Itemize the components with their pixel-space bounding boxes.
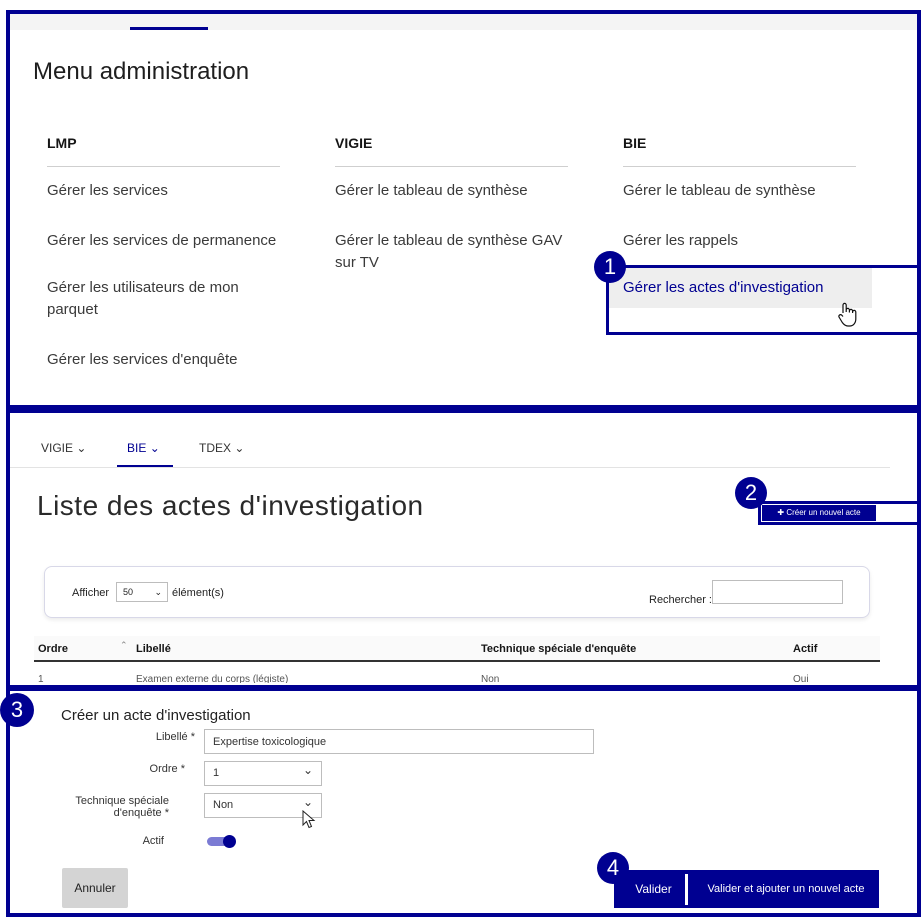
divider [47, 166, 280, 167]
ordre-select[interactable]: 1 ⌄ [204, 761, 322, 786]
active-nav-indicator [130, 27, 208, 30]
link-vigie-gav-tv-summary[interactable]: Gérer le tableau de synthèse GAV sur TV [335, 230, 575, 274]
button-separator [685, 874, 688, 905]
chevron-down-icon: ⌄ [234, 441, 245, 455]
hand-cursor-icon [838, 302, 857, 327]
column-header-libelle[interactable]: Libellé [136, 643, 171, 655]
link-manage-permanence-services[interactable]: Gérer les services de permanence [47, 230, 276, 252]
column-header-technique[interactable]: Technique spéciale d'enquête [481, 643, 636, 655]
step-badge-2: 2 [735, 477, 767, 509]
search-label: Rechercher : [649, 594, 712, 606]
libelle-label: Libellé * [155, 731, 195, 743]
ordre-label: Ordre * [149, 763, 185, 775]
show-label: Afficher [72, 587, 110, 599]
cell-ordre: 1 [38, 674, 44, 683]
cell-technique: Non [481, 674, 500, 683]
validate-button[interactable]: Valider [624, 872, 683, 906]
column-header-actif[interactable]: Actif [793, 643, 817, 655]
active-tab-indicator [117, 465, 173, 467]
actif-label: Actif [142, 835, 164, 847]
link-manage-investigation-services[interactable]: Gérer les services d'enquête [47, 349, 237, 371]
step-badge-1: 1 [594, 251, 626, 283]
link-manage-parquet-users[interactable]: Gérer les utilisateurs de mon parquet [47, 277, 287, 321]
sort-icon: ⌃ [120, 640, 128, 650]
tab-tdex[interactable]: TDEX ⌄ [199, 441, 244, 455]
step-badge-4: 4 [597, 852, 629, 884]
divider [623, 166, 856, 167]
link-bie-summary-table[interactable]: Gérer le tableau de synthèse [623, 180, 816, 202]
cell-actif: Oui [793, 674, 809, 683]
tab-vigie[interactable]: VIGIE ⌄ [41, 441, 86, 455]
chevron-down-icon: ⌄ [149, 441, 160, 455]
technique-label: Technique spéciale d'enquête * [75, 795, 169, 819]
link-bie-reminders[interactable]: Gérer les rappels [623, 230, 738, 252]
step-badge-3: 3 [0, 693, 34, 727]
list-title: Liste des actes d'investigation [37, 490, 424, 521]
page-title: Menu administration [33, 58, 250, 85]
step-1-highlight [606, 265, 921, 335]
table-row: 1 Examen externe du corps (légiste) Non … [34, 662, 880, 683]
link-manage-services[interactable]: Gérer les services [47, 180, 168, 202]
chevron-down-icon: ⌄ [76, 441, 87, 455]
form-title: Créer un acte d'investigation [61, 707, 251, 724]
cancel-button[interactable]: Annuler [62, 868, 128, 908]
elements-label: élément(s) [172, 587, 224, 599]
column-heading-bie: BIE [623, 135, 647, 151]
chevron-down-icon: ⌄ [154, 587, 162, 597]
validate-and-add-button[interactable]: Valider et ajouter un nouvel acte [697, 872, 875, 906]
divider [335, 166, 568, 167]
actif-toggle[interactable] [207, 835, 236, 848]
step-2-highlight [758, 501, 921, 525]
toggle-knob [223, 835, 236, 848]
column-heading-vigie: VIGIE [335, 135, 373, 151]
tab-bie[interactable]: BIE ⌄ [127, 441, 160, 455]
column-header-ordre[interactable]: Ordre [38, 643, 68, 655]
column-heading-lmp: LMP [47, 135, 77, 151]
cell-libelle: Examen externe du corps (légiste) [136, 674, 289, 683]
arrow-cursor-icon [302, 810, 316, 829]
chevron-down-icon: ⌄ [302, 763, 313, 777]
search-input[interactable] [712, 580, 843, 604]
page-size-select[interactable]: 50 ⌄ [116, 582, 168, 602]
libelle-input[interactable] [204, 729, 594, 754]
link-vigie-summary-table[interactable]: Gérer le tableau de synthèse [335, 180, 528, 202]
